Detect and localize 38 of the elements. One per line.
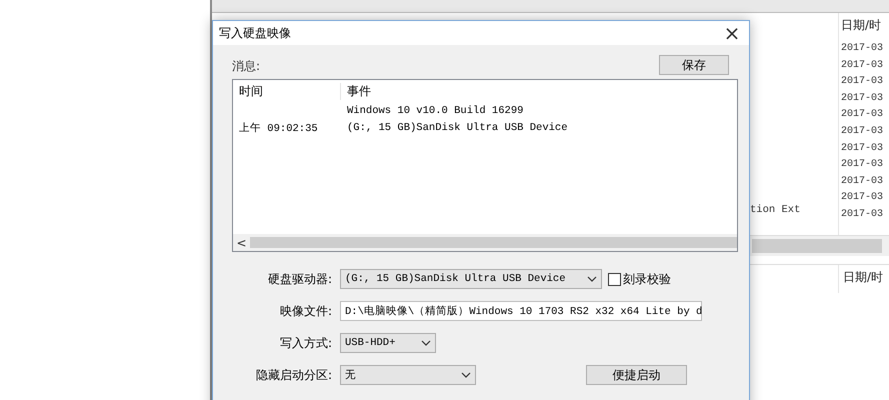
messages-label: 消息: xyxy=(232,58,260,75)
event-cell-text: (G:, 15 GB)SanDisk Ultra USB Device xyxy=(346,122,569,134)
chevron-down-icon xyxy=(461,372,471,378)
date-cell-text: 2017-03 xyxy=(841,124,884,139)
date-cell-text: 2017-03 xyxy=(841,108,884,122)
column-header[interactable]: 日期/时 xyxy=(843,265,884,293)
file-name-cell: tion Ext xyxy=(750,204,800,216)
field-label: 写入方式: xyxy=(278,335,332,352)
field-label: 硬盘驱动器: xyxy=(266,271,332,288)
date-cell-text: 2017-03 xyxy=(841,92,884,106)
scrollbar-thumb[interactable] xyxy=(752,239,882,253)
close-button[interactable]: × xyxy=(715,21,749,45)
field-label: 映像文件: xyxy=(278,303,332,320)
event-cell-text: Windows 10 v10.0 Build 16299 xyxy=(346,104,524,116)
date-cell-text: 2017-03 xyxy=(841,42,884,56)
field-label: 隐藏启动分区: xyxy=(254,367,332,384)
date-cell-text: 2017-03 xyxy=(841,75,884,90)
checkbox[interactable]: 刻录校验 xyxy=(608,270,671,288)
time-cell-text: 上午 09:02:35 xyxy=(238,121,319,134)
dropdown[interactable]: 无 xyxy=(340,365,476,385)
dropdown[interactable]: USB-HDD+ xyxy=(340,333,436,353)
date-cell-text: 2017-03 xyxy=(841,208,884,222)
date-cell-text: 2017-03 xyxy=(841,58,884,73)
chevron-down-icon xyxy=(421,340,431,346)
column-header: 时间 xyxy=(233,82,341,100)
column-header: 事件 xyxy=(346,82,372,100)
chevron-down-icon xyxy=(587,276,597,282)
save-button[interactable]: 保存 xyxy=(659,55,729,75)
date-cell-text: 2017-03 xyxy=(841,142,884,156)
column-header[interactable]: 日期/时 xyxy=(841,13,889,41)
dialog-title: 写入硬盘映像 xyxy=(219,24,291,42)
dropdown[interactable]: (G:, 15 GB)SanDisk Ultra USB Device xyxy=(340,269,602,289)
date-cell-text: 2017-03 xyxy=(841,158,884,172)
date-cell-text: 2017-03 xyxy=(841,174,884,189)
quick-boot-button[interactable]: 便捷启动 xyxy=(586,365,687,385)
date-cell-text: 2017-03 xyxy=(841,191,884,206)
scrollbar-thumb[interactable] xyxy=(250,237,737,248)
input-field[interactable]: D:\电脑映像\（精简版）Windows 10 1703 RS2 x32 x64 Lite by d xyxy=(340,301,702,321)
